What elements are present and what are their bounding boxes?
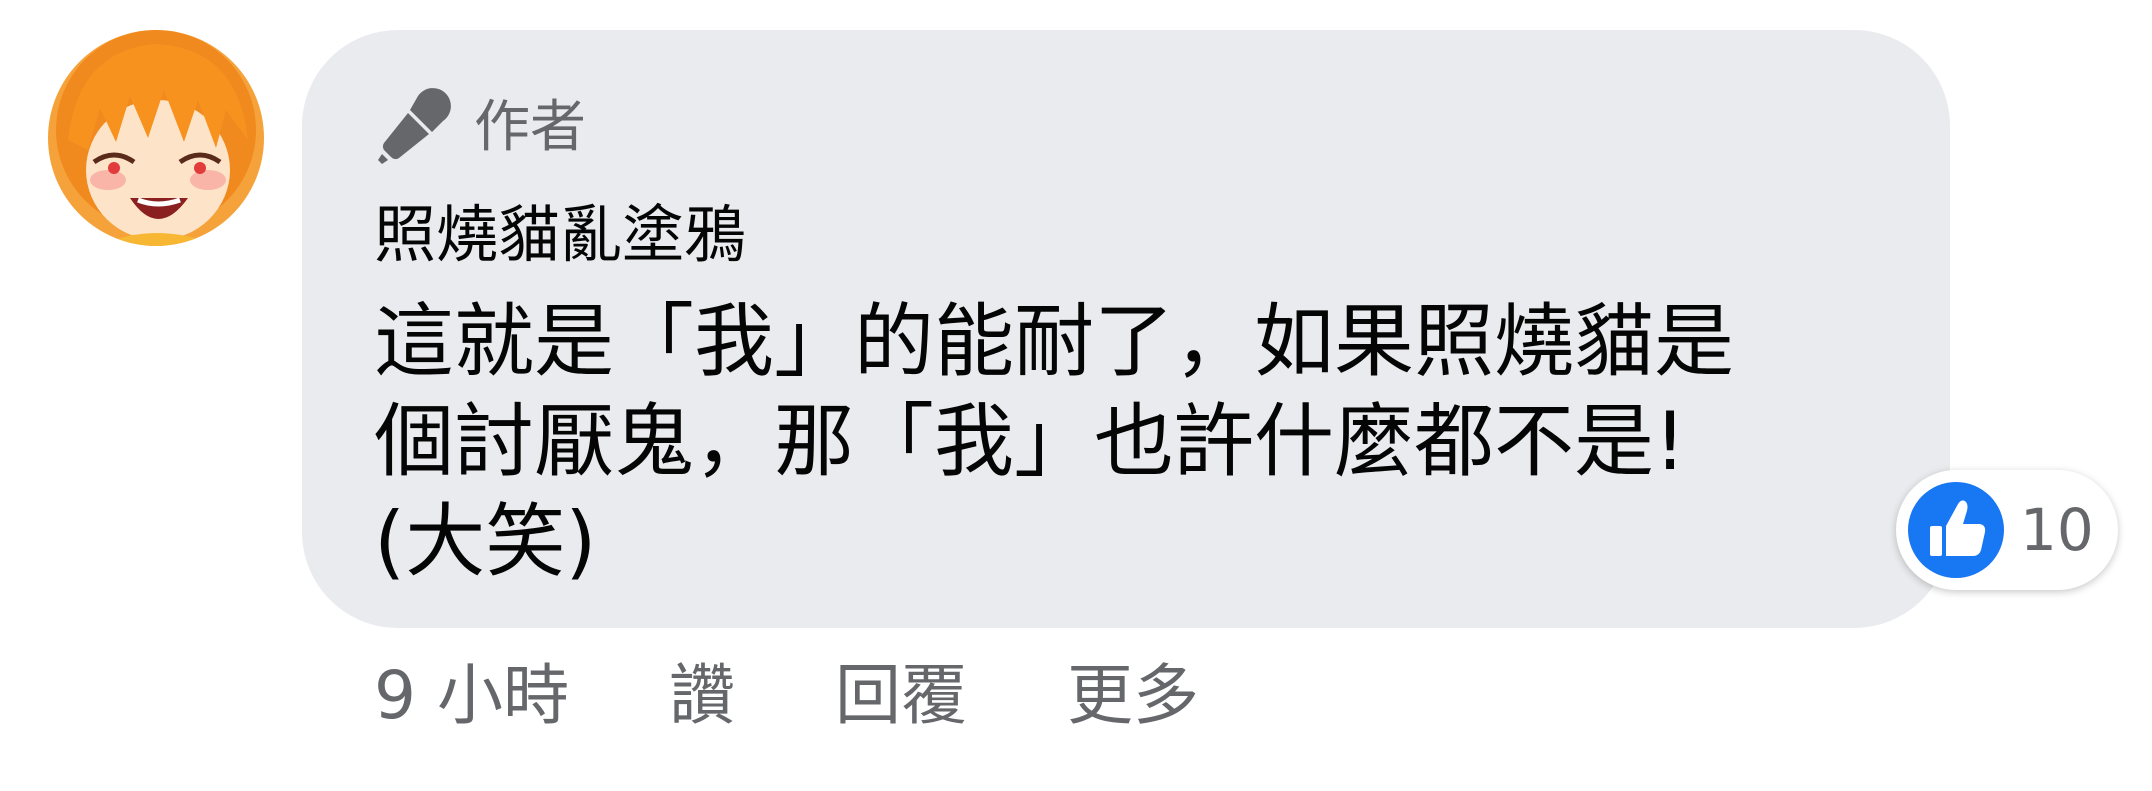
comment-text: 這就是「我」的能耐了，如果照燒貓是 個討厭鬼，那「我」也許什麼都不是! (大笑): [374, 292, 1874, 592]
avatar[interactable]: [48, 30, 264, 246]
more-button[interactable]: 更多: [1067, 642, 1199, 738]
anime-avatar-image: [48, 30, 264, 246]
author-badge: 作者: [374, 88, 586, 168]
microphone-icon: [378, 88, 451, 164]
reply-button[interactable]: 回覆: [835, 642, 967, 738]
thumbs-up-icon: [1908, 482, 2004, 578]
comment-text-line: (大笑): [374, 495, 597, 588]
commenter-name[interactable]: 照燒貓亂塗鴉: [374, 190, 746, 280]
comment-actions: 9 小時 讚 回覆 更多: [374, 645, 1299, 735]
reaction-count: 10: [2020, 496, 2094, 564]
reaction-summary[interactable]: 10: [1896, 470, 2118, 590]
like-button[interactable]: 讚: [669, 642, 735, 738]
author-badge-label: 作者: [474, 95, 586, 160]
comment-text-line: 這就是「我」的能耐了，如果照燒貓是: [374, 295, 1734, 388]
comment-timestamp[interactable]: 9 小時: [374, 642, 569, 738]
comment-bubble: 作者 照燒貓亂塗鴉 這就是「我」的能耐了，如果照燒貓是 個討厭鬼，那「我」也許什…: [302, 30, 1950, 628]
comment-text-line: 個討厭鬼，那「我」也許什麼都不是!: [374, 395, 1687, 488]
